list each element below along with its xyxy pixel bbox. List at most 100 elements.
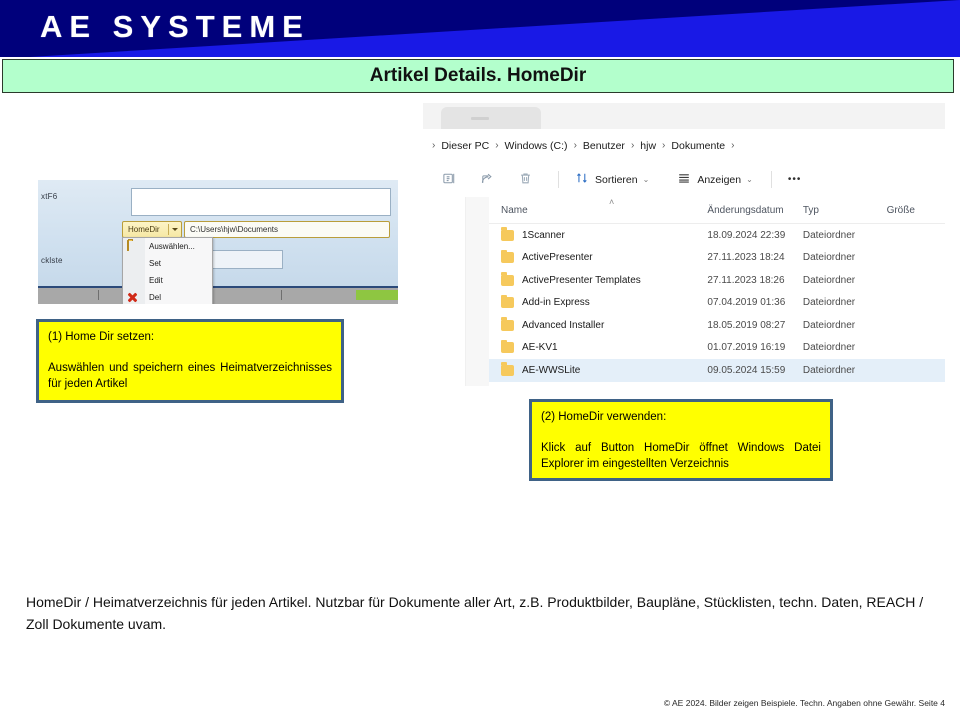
callout-box-1: (1) Home Dir setzen: Auswählen und speic… [36,319,344,403]
breadcrumb: › Dieser PC › Windows (C:) › Benutzer › … [423,140,735,152]
breadcrumb-item-hjw[interactable]: hjw [635,140,661,152]
menu-item-label: Auswählen... [149,242,195,251]
homedir-button[interactable]: HomeDir [122,221,182,238]
menu-item-del[interactable]: Del [123,289,212,304]
dialog-status-progress [356,290,398,300]
dialog-label-stueckliste: cklste [41,256,63,265]
file-type: Dateiordner [802,252,856,264]
windows-explorer-screenshot: › Dieser PC › Windows (C:) › Benutzer › … [423,103,945,386]
sort-button[interactable]: Sortieren ⌄ [568,168,656,192]
dialog-label-textf6: xtF6 [41,192,58,201]
tab-placeholder-label [471,117,489,120]
status-tick [281,290,282,300]
chevron-down-icon: ⌄ [746,175,753,184]
status-tick [98,290,99,300]
table-row[interactable]: AE-KV1 01.07.2019 16:19 Dateiordner [489,337,945,360]
file-name: ActivePresenter [522,252,593,264]
explorer-navigation-pane[interactable] [423,197,466,386]
company-logo: AE SYSTEME [40,9,310,44]
file-date: 27.11.2023 18:24 [707,252,785,264]
file-date: 01.07.2019 16:19 [707,342,786,354]
delete-button[interactable] [511,168,539,192]
sort-arrows-icon [575,171,589,188]
homedir-path-value: C:\Users\hjw\Documents [190,225,279,234]
share-icon [480,171,495,189]
slide-body-text: HomeDir / Heimatverzeichnis für jeden Ar… [26,594,924,632]
toolbar-divider [770,171,772,188]
column-header-size[interactable]: Größe [887,205,945,216]
callout-box-2: (2) HomeDir verwenden: Klick auf Button … [529,399,833,481]
file-date: 07.04.2019 01:36 [707,297,786,309]
button-separator [168,224,169,235]
folder-icon [501,272,514,286]
address-bar[interactable]: › Dieser PC › Windows (C:) › Benutzer › … [423,129,945,163]
breadcrumb-item-windows-c[interactable]: Windows (C:) [500,140,573,152]
folder-icon [501,339,514,354]
file-list: ˄ Name Änderungsdatum Typ Größe 1Scanner… [489,197,945,386]
table-row[interactable]: ActivePresenter 27.11.2023 18:24 Dateior… [489,247,945,270]
file-type: Dateiordner [802,297,856,309]
column-header-name[interactable]: Name [489,205,707,216]
table-row[interactable]: AE-WWSLite 09.05.2024 15:59 Dateiordner [489,359,945,382]
menu-item-label: Del [149,293,162,302]
share-button[interactable] [473,168,501,192]
explorer-tab-strip [423,103,945,129]
file-date: 18.09.2024 22:39 [707,229,786,241]
folder-icon [127,240,139,252]
table-row[interactable]: ActivePresenter Templates 27.11.2023 18:… [489,269,945,292]
slide-title-bar: Artikel Details. HomeDir [2,59,954,93]
homedir-path-field[interactable]: C:\Users\hjw\Documents [184,221,390,238]
menu-item-edit[interactable]: Edit [123,272,212,289]
dialog-text-area [131,188,391,216]
breadcrumb-separator-icon: › [731,140,735,151]
sort-button-label: Sortieren [595,173,638,186]
rename-button[interactable] [435,168,463,192]
callout-2-body: Klick auf Button HomeDir öffnet Windows … [541,441,821,471]
overflow-button[interactable]: ••• [781,168,809,192]
ellipsis-icon: ••• [787,174,802,185]
dialog-status-bar [38,288,398,304]
file-date: 18.05.2019 08:27 [707,319,786,331]
file-name: AE-KV1 [522,342,558,354]
header-banner: AE SYSTEME [0,0,960,57]
table-row[interactable]: 1Scanner 18.09.2024 22:39 Dateiordner [489,224,945,247]
breadcrumb-item-benutzer[interactable]: Benutzer [578,140,630,152]
file-name: Add-in Express [522,297,590,309]
explorer-tab[interactable] [441,107,541,129]
folder-icon [501,249,514,264]
menu-item-set[interactable]: Set [123,255,212,272]
toolbar-divider [558,171,559,188]
homedir-context-menu: Auswählen... Set Edit Del [122,237,213,304]
callout-2-title: (2) HomeDir verwenden: [541,411,667,423]
column-header-type[interactable]: Typ [803,205,887,216]
chevron-down-icon: ⌄ [642,175,650,184]
menu-item-label: Set [149,259,162,268]
file-list-header: ˄ Name Änderungsdatum Typ Größe [489,197,945,224]
file-type: Dateiordner [802,274,856,286]
file-name: Advanced Installer [522,319,605,331]
file-type: Dateiordner [802,319,856,331]
file-date: 27.11.2023 18:26 [707,274,785,286]
file-name: AE-WWSLite [522,364,581,376]
app-dialog-screenshot: xtF6 cklste HomeDir C:\Users\hjw\Documen… [38,180,398,304]
breadcrumb-item-dieser-pc[interactable]: Dieser PC [436,140,494,152]
table-row[interactable]: Add-in Express 07.04.2019 01:36 Dateiord… [489,292,945,315]
callout-1-body: Auswählen und speichern eines Heimatverz… [48,361,332,391]
view-button-label: Anzeigen [697,173,742,186]
menu-item-auswaehlen[interactable]: Auswählen... [123,238,212,255]
file-name: ActivePresenter Templates [522,274,641,286]
view-button[interactable]: Anzeigen ⌄ [670,168,760,192]
table-row[interactable]: Advanced Installer 18.05.2019 08:27 Date… [489,314,945,337]
chevron-down-icon [172,228,178,231]
file-name: 1Scanner [522,229,565,241]
column-header-date[interactable]: Änderungsdatum [707,205,802,216]
file-type: Dateiordner [802,364,856,376]
list-view-icon [677,171,691,188]
file-date: 09.05.2024 15:59 [707,364,786,376]
folder-icon [501,362,514,376]
breadcrumb-item-dokumente[interactable]: Dokumente [666,140,730,152]
page-title: Artikel Details. HomeDir [369,65,587,86]
folder-icon [501,317,514,331]
trash-icon [518,171,533,189]
file-type: Dateiordner [802,229,856,241]
